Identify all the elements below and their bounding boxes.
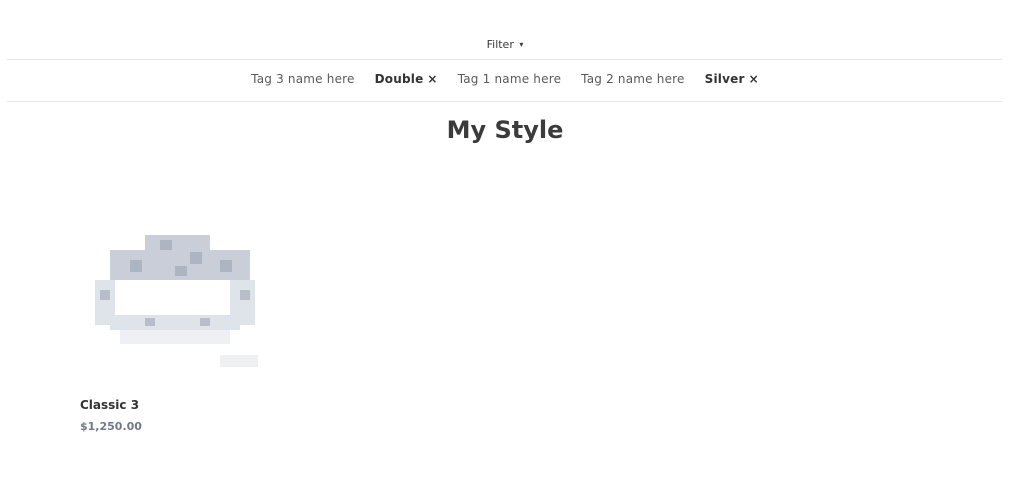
- tag-label: Tag 3 name here: [251, 72, 355, 86]
- divider-bottom: [7, 101, 1002, 102]
- remove-tag-icon[interactable]: ×: [427, 72, 437, 86]
- tag-filter-bar: Tag 3 name here Double × Tag 1 name here …: [0, 72, 1010, 86]
- chevron-down-icon: ▾: [519, 40, 524, 49]
- ring-image[interactable]: [80, 230, 260, 370]
- product-card[interactable]: Classic 3 $1,250.00: [80, 230, 270, 433]
- tag-label: Double: [374, 72, 424, 86]
- product-name[interactable]: Classic 3: [80, 398, 270, 412]
- tag-label: Tag 2 name here: [581, 72, 685, 86]
- tag-label: Tag 1 name here: [457, 72, 562, 86]
- tag-double-active[interactable]: Double ×: [375, 72, 438, 86]
- collection-page: Filter ▾ Tag 3 name here Double × Tag 1 n…: [0, 0, 1024, 481]
- product-price: $1,250.00: [80, 420, 142, 433]
- remove-tag-icon[interactable]: ×: [749, 72, 759, 86]
- tag-silver-active[interactable]: Silver ×: [705, 72, 759, 86]
- collection-title: My Style: [446, 116, 564, 144]
- tag-1[interactable]: Tag 1 name here: [458, 72, 561, 86]
- tag-3[interactable]: Tag 3 name here: [251, 72, 354, 86]
- divider-top: [7, 59, 1002, 60]
- filter-label: Filter: [486, 38, 514, 51]
- tag-2[interactable]: Tag 2 name here: [581, 72, 684, 86]
- filter-toggle-button[interactable]: Filter ▾: [0, 38, 1010, 51]
- tag-label: Silver: [704, 72, 745, 86]
